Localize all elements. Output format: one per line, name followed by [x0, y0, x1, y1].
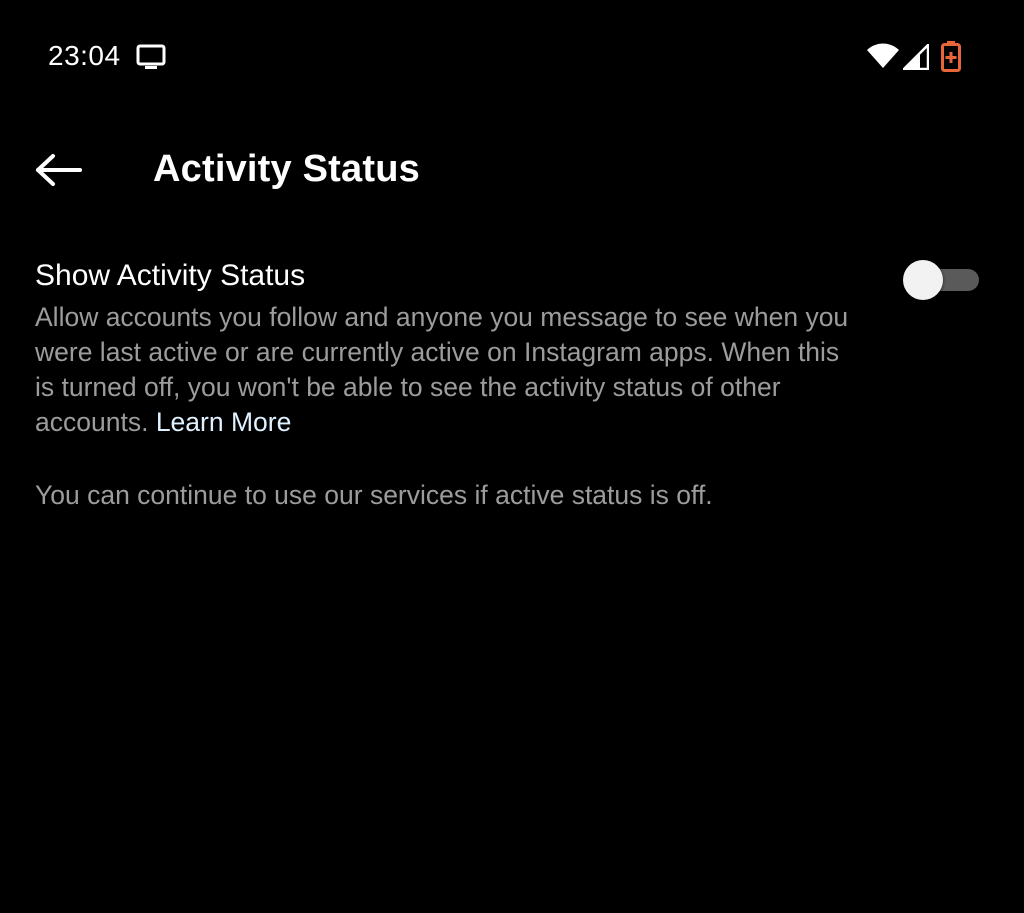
signal-icon [902, 43, 930, 71]
setting-title: Show Activity Status [35, 259, 306, 292]
learn-more-link[interactable]: Learn More [156, 407, 292, 437]
cast-icon [136, 44, 166, 70]
activity-status-toggle[interactable] [903, 260, 981, 300]
app-header: Activity Status [0, 130, 1024, 210]
status-time: 23:04 [48, 40, 121, 71]
wifi-icon [866, 42, 900, 70]
back-button[interactable] [28, 148, 88, 196]
status-bar: 23:04 [0, 0, 1024, 110]
page-title: Activity Status [153, 148, 420, 190]
setting-description: Allow accounts you follow and anyone you… [35, 300, 855, 440]
toggle-thumb [903, 260, 943, 300]
battery-charging-icon [940, 40, 962, 72]
arrow-left-icon [34, 153, 82, 192]
show-activity-status-setting: Show Activity Status Allow accounts you … [35, 256, 989, 440]
footnote-text: You can continue to use our services if … [35, 480, 713, 510]
